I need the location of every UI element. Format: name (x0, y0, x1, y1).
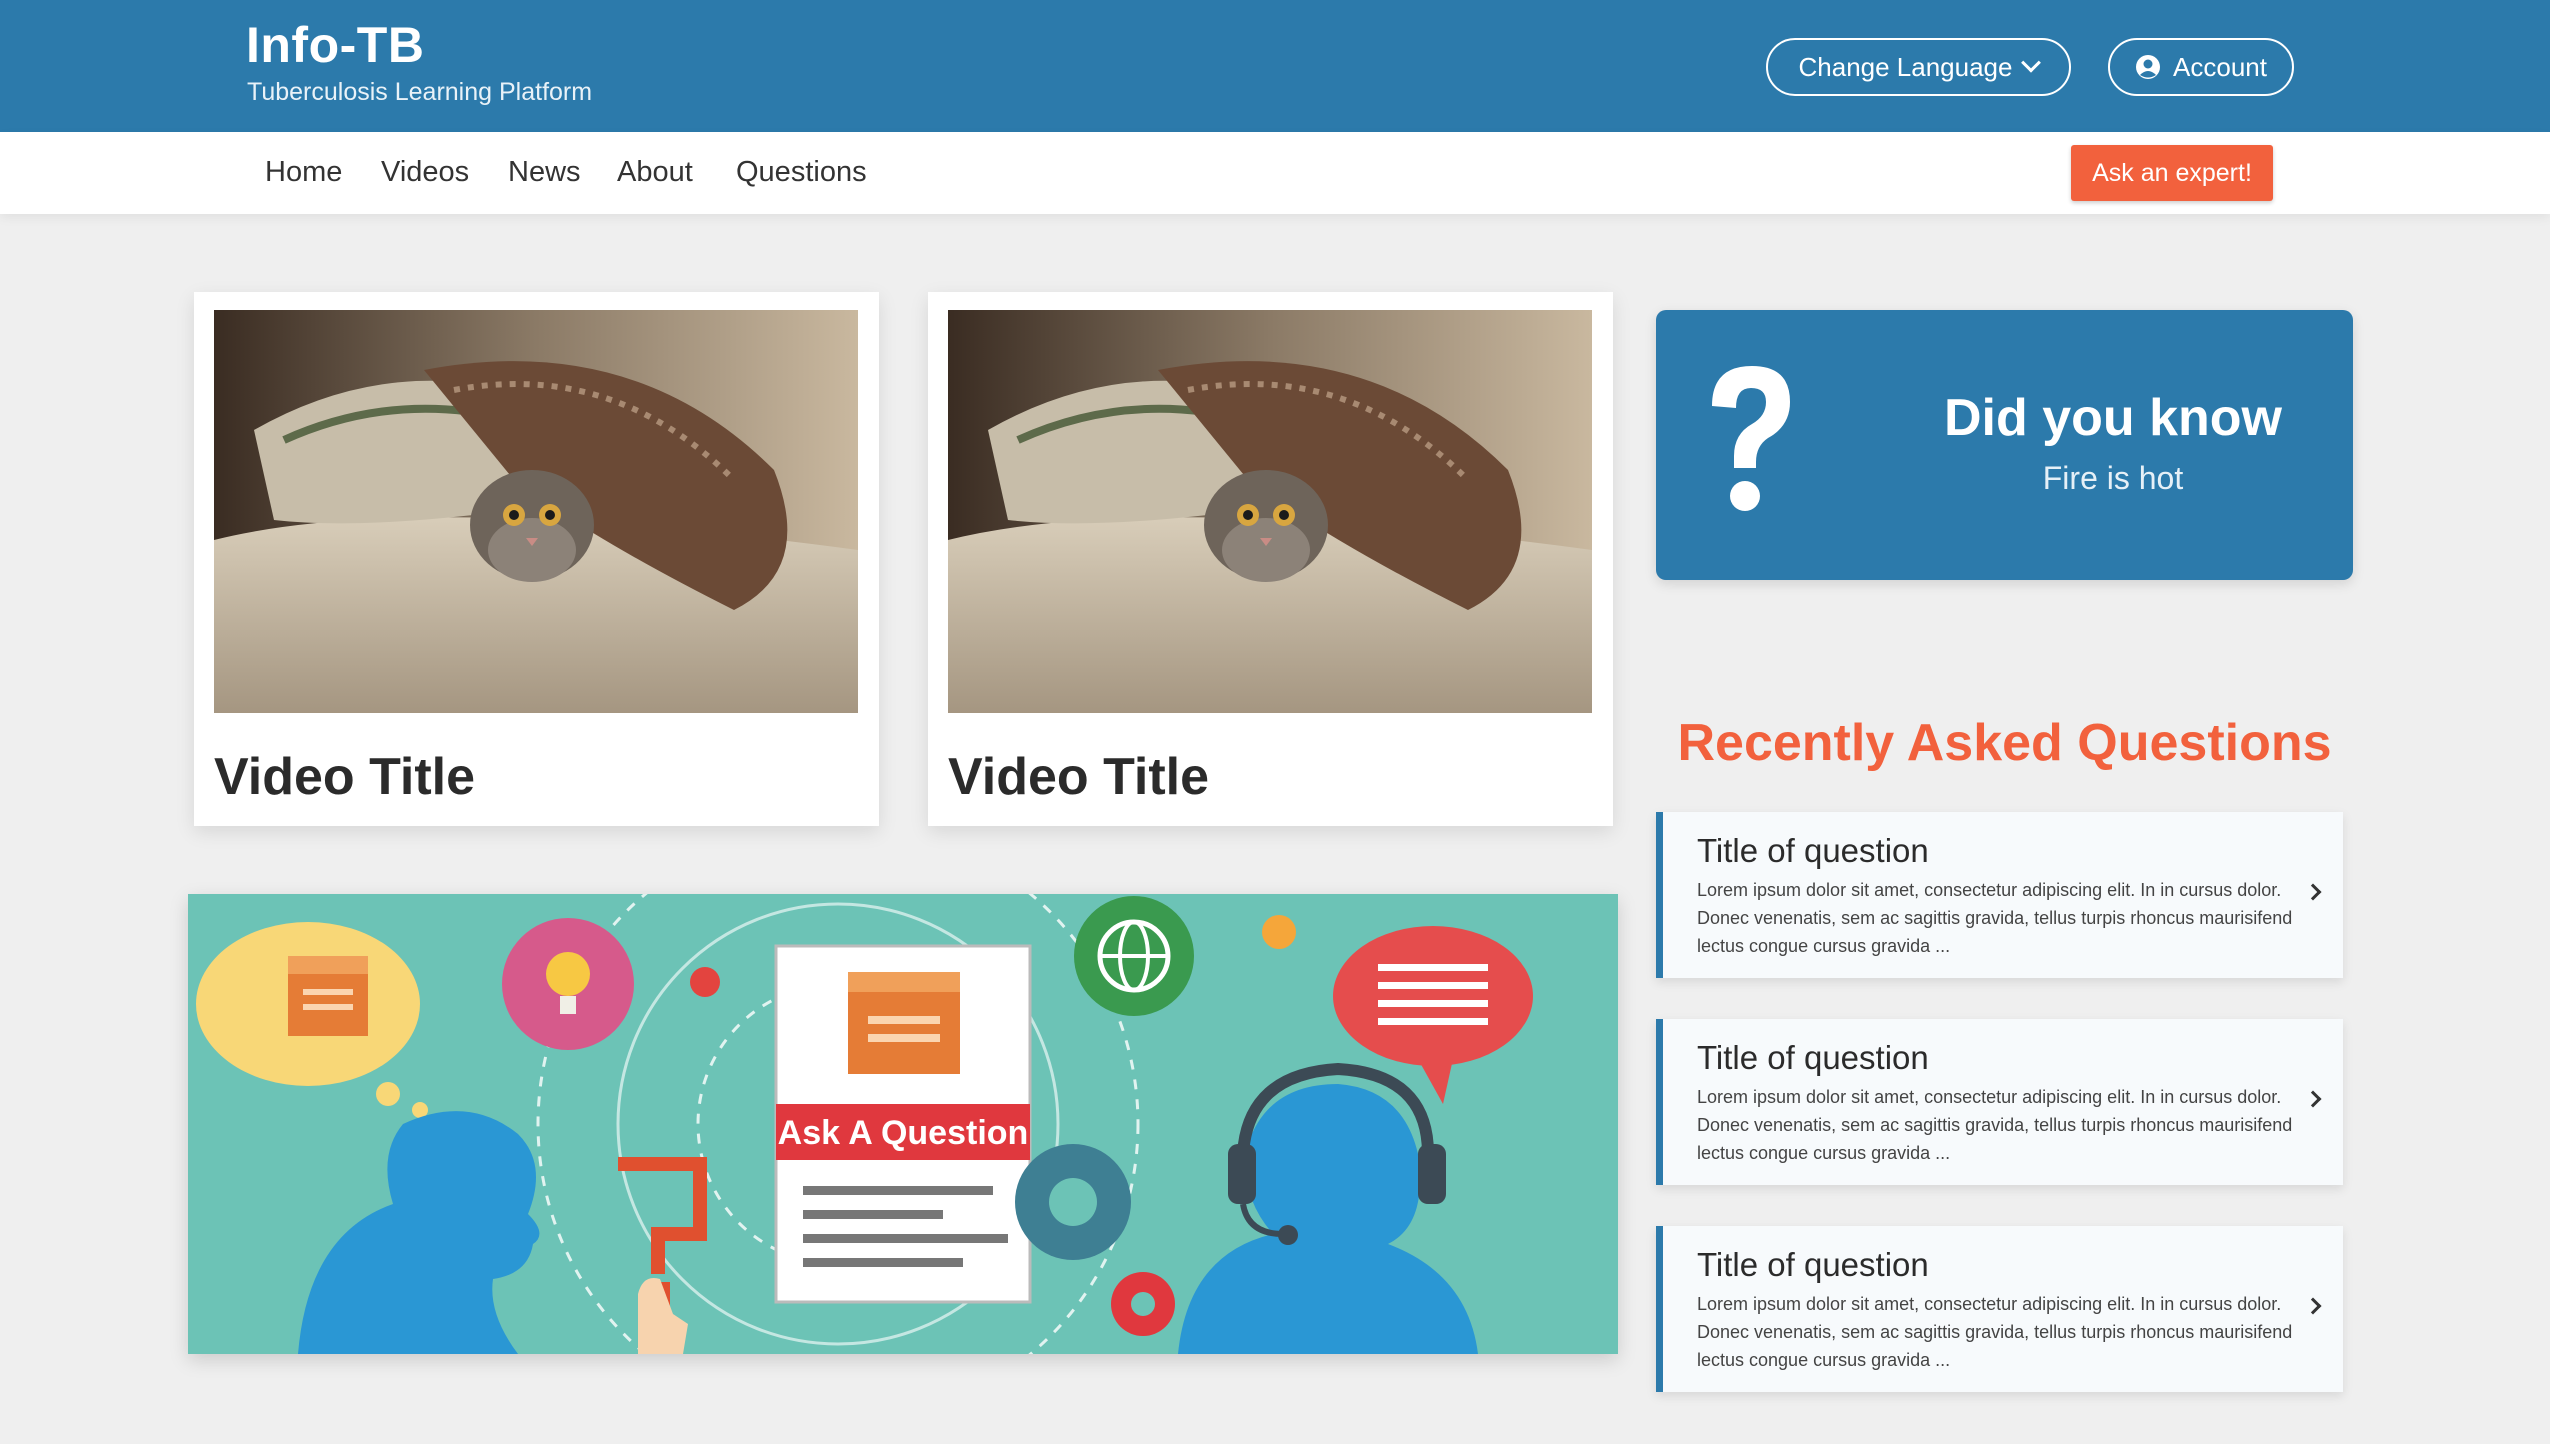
did-you-know-card: Did you know Fire is hot (1656, 310, 2353, 580)
question-excerpt: Lorem ipsum dolor sit amet, consectetur … (1697, 1294, 2293, 1370)
thought-cloud-icon (196, 922, 428, 1118)
question-title: Title of question (1697, 1039, 1929, 1076)
question-excerpt: Lorem ipsum dolor sit amet, consectetur … (1697, 1087, 2293, 1163)
question-excerpt: Lorem ipsum dolor sit amet, consectetur … (1697, 880, 2293, 956)
change-language-button[interactable]: Change Language (1766, 38, 2071, 96)
chevron-right-icon[interactable] (2304, 1297, 2322, 1315)
video-title[interactable]: Video Title (214, 747, 475, 807)
change-language-label: Change Language (1798, 51, 2013, 82)
nav-item-videos[interactable]: Videos (381, 156, 469, 189)
site-subtitle: Tuberculosis Learning Platform (247, 78, 593, 106)
ask-question-banner[interactable]: Ask A Question (188, 894, 1618, 1354)
did-you-know-title: Did you know (1944, 389, 2282, 447)
question-title: Title of question (1697, 1246, 1929, 1283)
video-card[interactable]: Video Title (928, 292, 1613, 826)
did-you-know-fact: Fire is hot (2042, 460, 2184, 496)
chevron-down-icon (2021, 52, 2042, 73)
question-title: Title of question (1697, 832, 1929, 869)
banner-label: Ask A Question (778, 1114, 1029, 1152)
recent-questions-heading: Recently Asked Questions (1677, 714, 2332, 772)
video-card[interactable]: Video Title (194, 292, 879, 826)
question-card[interactable]: Title of question Lorem ipsum dolor sit … (1656, 1226, 2343, 1392)
chevron-right-icon[interactable] (2304, 883, 2322, 901)
question-mark-icon (1694, 358, 1804, 518)
nav-item-home[interactable]: Home (265, 156, 342, 189)
nav-item-news[interactable]: News (508, 156, 581, 189)
user-circle-icon (2135, 54, 2161, 80)
question-card[interactable]: Title of question Lorem ipsum dolor sit … (1656, 812, 2343, 978)
nav-item-about[interactable]: About (617, 156, 693, 189)
video-thumbnail[interactable] (214, 310, 858, 713)
site-title[interactable]: Info-TB (246, 16, 424, 74)
chevron-right-icon[interactable] (2304, 1090, 2322, 1108)
account-button[interactable]: Account (2108, 38, 2294, 96)
video-title[interactable]: Video Title (948, 747, 1209, 807)
nav-item-questions[interactable]: Questions (736, 156, 867, 189)
question-card[interactable]: Title of question Lorem ipsum dolor sit … (1656, 1019, 2343, 1185)
account-label: Account (2173, 51, 2267, 82)
video-thumbnail[interactable] (948, 310, 1592, 713)
top-header: Info-TB Tuberculosis Learning Platform C… (0, 0, 2550, 132)
ask-expert-button[interactable]: Ask an expert! (2071, 145, 2273, 201)
